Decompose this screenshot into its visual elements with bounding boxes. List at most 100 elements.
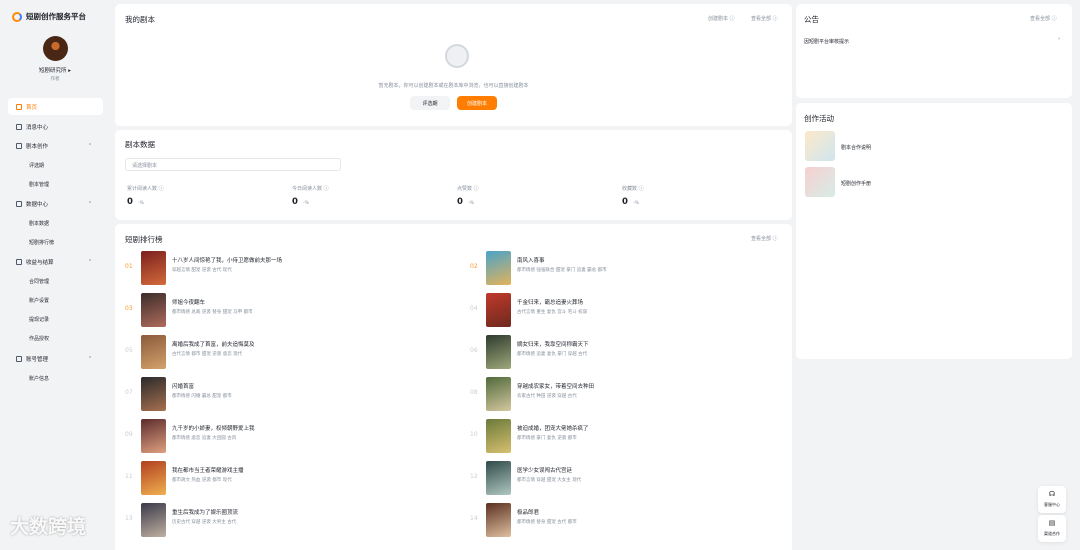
- drama-title[interactable]: 嫡女归来，我靠空间称霸天下: [517, 340, 589, 348]
- rank-number: 07: [125, 389, 133, 396]
- drama-poster[interactable]: [486, 251, 511, 285]
- select-period-button[interactable]: 评选期: [410, 96, 450, 110]
- nav-account-label: 账号管理: [26, 357, 49, 363]
- ranking-item[interactable]: 02 南风入喜事 都市情感 强强联合 甜宠 豪门 追妻 霸总 都市: [470, 251, 790, 285]
- drama-tags: 都市情感 替身 甜宠 古代 都市: [517, 520, 577, 525]
- avatar[interactable]: [43, 36, 68, 61]
- activity-title: 创作活动: [804, 114, 834, 123]
- drama-poster[interactable]: [141, 503, 166, 537]
- nav-home-label: 首页: [26, 105, 38, 111]
- activity-image[interactable]: [805, 167, 835, 197]
- user-name[interactable]: 短剧研究所 ▸: [0, 66, 110, 74]
- ranking-item[interactable]: 04 千金归来，霸总追妻火葬场 古代言情 重生 复仇 宫斗 宅斗 权谋: [470, 293, 790, 327]
- nav-script-create[interactable]: 剧本创作 ⌃: [16, 142, 96, 150]
- drama-title[interactable]: 十八岁人间惊艳了我，小侍卫愿做前夫那一场: [172, 256, 282, 264]
- ranking-item[interactable]: 03 师姐今夜翻车 都市情感 总裁 逆袭 替身 甜宠 马甲 都市: [125, 293, 445, 327]
- drama-title[interactable]: 南风入喜事: [517, 256, 545, 264]
- ranking-item[interactable]: 08 穿越成农家女，带着空间去种田 农家古代 种田 逆袭 穿越 古代: [470, 377, 790, 411]
- nav-sub-item[interactable]: 提现记录: [29, 316, 49, 323]
- nav-earn[interactable]: 收益与结算 ⌃: [16, 258, 96, 266]
- brand-logo-icon: [12, 11, 22, 22]
- drama-poster[interactable]: [141, 377, 166, 411]
- view-all-link[interactable]: 查看全部 ⓘ: [751, 15, 778, 22]
- drama-poster[interactable]: [486, 503, 511, 537]
- brand-logo[interactable]: 短剧创作服务平台: [12, 11, 86, 22]
- drama-title[interactable]: 千金归来，霸总追妻火葬场: [517, 298, 583, 306]
- script-select[interactable]: 请选择剧本: [125, 158, 341, 171]
- wallet-icon: [16, 259, 22, 265]
- drama-title[interactable]: 师姐今夜翻车: [172, 298, 205, 306]
- nav-account[interactable]: 账号管理 ⌃: [16, 355, 96, 363]
- drama-poster[interactable]: [141, 461, 166, 495]
- drama-title[interactable]: 闪婚首富: [172, 382, 194, 390]
- nav-message-label: 消息中心: [26, 125, 49, 131]
- rank-number: 13: [125, 515, 133, 522]
- ranking-item[interactable]: 10 被迫成婚，团宠大佬她杀疯了 都市情感 豪门 复仇 逆袭 都市: [470, 419, 790, 453]
- nav-message[interactable]: 消息中心: [16, 123, 48, 131]
- activity-item[interactable]: 短剧创作手册: [841, 180, 871, 187]
- ranking-item[interactable]: 01 十八岁人间惊艳了我，小侍卫愿做前夫那一场 穿越言情 甜宠 逆袭 古代 现代: [125, 251, 445, 285]
- drama-title[interactable]: 九千岁的小娇妻，权倾朝野爱上我: [172, 424, 255, 432]
- channel-cooperation-button[interactable]: ▤ 渠道合作: [1038, 515, 1066, 542]
- drama-title[interactable]: 医学少女误闯古代宫廷: [517, 466, 572, 474]
- nav-sub-item[interactable]: 短剧排行榜: [29, 239, 54, 246]
- activity-item[interactable]: 剧本合作说明: [841, 144, 871, 151]
- drama-poster[interactable]: [141, 419, 166, 453]
- nav-sub-item[interactable]: 账户信息: [29, 375, 49, 382]
- film-reel-icon: [445, 44, 469, 68]
- activity-card: 创作活动 剧本合作说明 短剧创作手册: [796, 103, 1072, 359]
- nav-sub-item[interactable]: 评选期: [29, 162, 44, 169]
- user-icon: [16, 356, 22, 362]
- create-script-button[interactable]: 创建剧本: [457, 96, 497, 110]
- ranking-item[interactable]: 09 九千岁的小娇妻，权倾朝野爱上我 都市情感 虐恋 追妻 大团圆 古风: [125, 419, 445, 453]
- drama-tags: 古代言情 都市 甜宠 逆袭 虐恋 现代: [172, 352, 243, 357]
- notice-card: 公告 查看全部 ⓘ 因短剧平台审核提示 ›: [796, 4, 1072, 98]
- drama-poster[interactable]: [486, 419, 511, 453]
- ranking-item[interactable]: 13 重生后我成为了娱乐圈顶流 历史古代 穿越 逆袭 大男主 古代: [125, 503, 445, 537]
- drama-title[interactable]: 穿越成农家女，带着空间去种田: [517, 382, 594, 390]
- drama-poster[interactable]: [486, 377, 511, 411]
- stat-value: 0: [622, 197, 628, 207]
- drama-tags: 历史古代 穿越 逆袭 大男主 古代: [172, 520, 237, 525]
- drama-poster[interactable]: [141, 251, 166, 285]
- ranking-item[interactable]: 07 闪婚首富 都市情感 闪婚 霸总 甜宠 都市: [125, 377, 445, 411]
- nav-sub-item[interactable]: 合同管理: [29, 278, 49, 285]
- drama-poster[interactable]: [486, 293, 511, 327]
- drama-poster[interactable]: [486, 461, 511, 495]
- ranking-item[interactable]: 12 医学少女误闯古代宫廷 都市言情 穿越 甜宠 大女主 现代: [470, 461, 790, 495]
- drama-tags: 都市言情 穿越 甜宠 大女主 现代: [517, 478, 582, 483]
- drama-title[interactable]: 极品郎君: [517, 508, 539, 516]
- drama-title[interactable]: 被迫成婚，团宠大佬她杀疯了: [517, 424, 589, 432]
- drama-tags: 都市情感 虐恋 追妻 大团圆 古风: [172, 436, 237, 441]
- edit-icon: [16, 143, 22, 149]
- drama-title[interactable]: 离婚后我成了首富，前夫追悔莫及: [172, 340, 255, 348]
- drama-poster[interactable]: [486, 335, 511, 369]
- nav-sub-item[interactable]: 剧本管理: [29, 181, 49, 188]
- ranking-item[interactable]: 06 嫡女归来，我靠空间称霸天下 都市情感 追妻 复仇 豪门 穿越 古代: [470, 335, 790, 369]
- drama-tags: 古代言情 重生 复仇 宫斗 宅斗 权谋: [517, 310, 588, 315]
- notice-view-all[interactable]: 查看全部 ⓘ: [1030, 15, 1057, 22]
- rank-number: 10: [470, 431, 478, 438]
- drama-title[interactable]: 我在都市当王者荣耀游戏主播: [172, 466, 244, 474]
- ranking-item[interactable]: 11 我在都市当王者荣耀游戏主播 都市爽文 热血 逆袭 都市 现代: [125, 461, 445, 495]
- activity-image[interactable]: [805, 131, 835, 161]
- script-data-title: 剧本数据: [125, 140, 155, 149]
- nav-sub-item[interactable]: 作品授权: [29, 335, 49, 342]
- notice-item[interactable]: 因短剧平台审核提示: [804, 38, 849, 45]
- drama-poster[interactable]: [141, 293, 166, 327]
- customer-service-button[interactable]: ☊ 客服中心: [1038, 486, 1066, 513]
- drama-poster[interactable]: [141, 335, 166, 369]
- drama-tags: 农家古代 种田 逆袭 穿越 古代: [517, 394, 577, 399]
- nav-data[interactable]: 数据中心 ⌃: [16, 200, 96, 208]
- headset-icon: ☊: [1048, 490, 1056, 498]
- chevron-right-icon[interactable]: ›: [1058, 36, 1060, 42]
- nav-home[interactable]: 首页: [16, 103, 37, 111]
- chevron-up-icon: ⌃: [88, 356, 93, 362]
- ranking-view-all[interactable]: 查看全部 ⓘ: [751, 235, 778, 242]
- nav-sub-item[interactable]: 账户设置: [29, 297, 49, 304]
- create-script-link[interactable]: 创建剧本 ⓘ: [708, 15, 735, 22]
- ranking-item[interactable]: 05 离婚后我成了首富，前夫追悔莫及 古代言情 都市 甜宠 逆袭 虐恋 现代: [125, 335, 445, 369]
- ranking-item[interactable]: 14 极品郎君 都市情感 替身 甜宠 古代 都市: [470, 503, 790, 537]
- drama-title[interactable]: 重生后我成为了娱乐圈顶流: [172, 508, 238, 516]
- nav-sub-item[interactable]: 剧本数据: [29, 220, 49, 227]
